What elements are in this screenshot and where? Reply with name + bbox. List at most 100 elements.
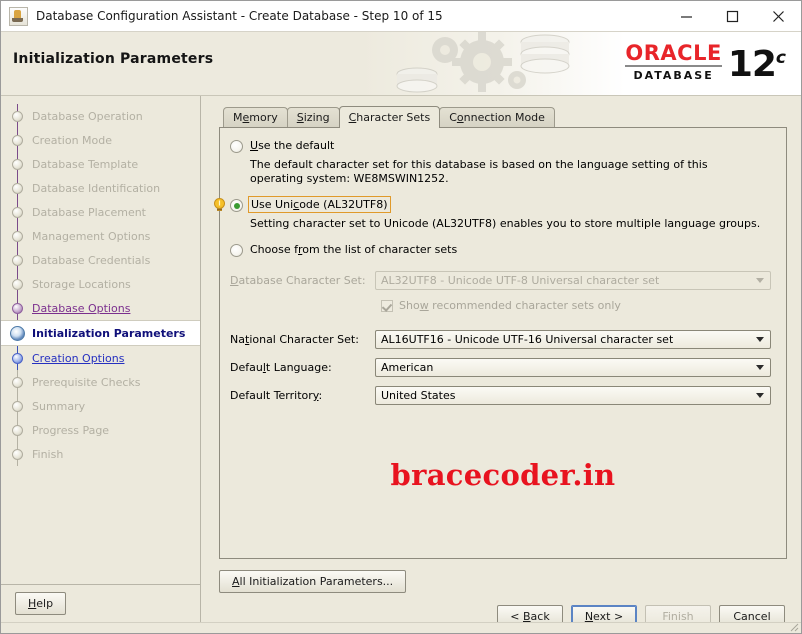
character-set-form: Database Character Set: AL32UTF8 - Unico…: [230, 271, 774, 405]
chevron-down-icon: [756, 278, 764, 283]
step-label: Finish: [32, 447, 64, 461]
tab-memory[interactable]: Memory: [223, 107, 288, 127]
sidebar-step-database-options[interactable]: Database Options: [1, 296, 200, 320]
close-icon[interactable]: [755, 2, 801, 31]
tab-strip: Memory Sizing Character Sets Connection …: [219, 106, 787, 128]
value-default-language: American: [381, 361, 434, 374]
resize-grip-icon[interactable]: [787, 620, 799, 632]
radio-use-unicode[interactable]: [230, 199, 243, 212]
row-default-territory: Default Territory: United States: [230, 386, 774, 405]
oracle-brand-text: ORACLE: [625, 41, 722, 65]
status-bar: [1, 622, 801, 633]
tab-connection-mode[interactable]: Connection Mode: [439, 107, 555, 127]
sidebar-step-database-placement: Database Placement: [1, 200, 200, 224]
sidebar-step-management-options: Management Options: [1, 224, 200, 248]
window-title: Database Configuration Assistant - Creat…: [36, 9, 443, 23]
step-node-icon: [12, 448, 23, 460]
step-label: Summary: [32, 399, 86, 413]
version-suffix: c: [775, 48, 786, 68]
step-label: Database Options: [32, 301, 131, 315]
row-national-character-set: National Character Set: AL16UTF16 - Unic…: [230, 330, 774, 349]
sidebar-step-database-template: Database Template: [1, 152, 200, 176]
help-button[interactable]: Help: [15, 592, 67, 615]
version-number: 12: [727, 44, 777, 85]
step-label: Database Placement: [32, 205, 146, 219]
page-banner: Initialization Parameters ORACLE DATABAS…: [1, 32, 801, 96]
step-label: Database Operation: [32, 109, 143, 123]
sidebar-footer: Help: [1, 584, 200, 622]
label-national-character-set: National Character Set:: [230, 333, 359, 346]
step-label: Storage Locations: [32, 277, 131, 291]
sidebar-step-creation-mode: Creation Mode: [1, 128, 200, 152]
step-label: Prerequisite Checks: [32, 375, 141, 389]
step-node-icon: [12, 400, 23, 412]
step-label: Database Identification: [32, 181, 161, 195]
oracle-logo: ORACLE DATABASE 12c: [625, 40, 786, 85]
row-show-recommended: Show recommended character sets only: [381, 299, 774, 312]
oracle-database-text: DATABASE: [633, 69, 714, 82]
radio-label-use-unicode: Use Unicode (AL32UTF8): [248, 196, 391, 213]
step-label: Initialization Parameters: [32, 326, 186, 340]
dbca-window: Database Configuration Assistant - Creat…: [0, 0, 802, 634]
step-label: Creation Options: [32, 351, 125, 365]
sidebar-step-creation-options[interactable]: Creation Options: [1, 346, 200, 370]
maximize-icon[interactable]: [709, 2, 755, 31]
sidebar-step-database-credentials: Database Credentials: [1, 248, 200, 272]
chevron-down-icon: [756, 365, 764, 370]
label-default-territory: Default Territory:: [230, 389, 323, 402]
step-node-icon: [12, 206, 23, 218]
select-default-territory[interactable]: United States: [375, 386, 771, 405]
step-node-icon: [12, 158, 23, 170]
value-national-character-set: AL16UTF16 - Unicode UTF-16 Universal cha…: [381, 333, 674, 346]
tab-character-sets[interactable]: Character Sets: [338, 106, 441, 128]
sidebar-step-summary: Summary: [1, 394, 200, 418]
all-initialization-parameters-button[interactable]: All Initialization Parameters...: [219, 570, 407, 593]
title-bar: Database Configuration Assistant - Creat…: [1, 1, 801, 32]
radio-row-choose-from-list[interactable]: Choose from the list of character sets: [230, 243, 774, 257]
value-database-character-set: AL32UTF8 - Unicode UTF-8 Universal chara…: [381, 274, 660, 287]
checkbox-show-recommended: [381, 299, 393, 312]
step-node-icon: [12, 254, 23, 266]
sidebar-step-storage-locations: Storage Locations: [1, 272, 200, 296]
step-label: Database Template: [32, 157, 139, 171]
all-init-params-row: All Initialization Parameters...: [219, 559, 787, 593]
sidebar-step-prerequisite-checks: Prerequisite Checks: [1, 370, 200, 394]
step-node-current-icon: [10, 325, 25, 341]
radio-label-use-default: Use the default: [250, 139, 335, 152]
value-default-territory: United States: [381, 389, 456, 402]
select-national-character-set[interactable]: AL16UTF16 - Unicode UTF-16 Universal cha…: [375, 330, 771, 349]
step-node-icon: [12, 110, 23, 122]
chevron-down-icon: [756, 337, 764, 342]
lightbulb-icon: [214, 198, 225, 211]
character-sets-panel: Use the default The default character se…: [214, 127, 787, 559]
step-node-icon: [12, 424, 23, 436]
sidebar-step-progress-page: Progress Page: [1, 418, 200, 442]
label-default-language: Default Language:: [230, 361, 332, 374]
step-label: Creation Mode: [32, 133, 113, 147]
sidebar-step-database-identification: Database Identification: [1, 176, 200, 200]
radio-choose-from-list[interactable]: [230, 244, 243, 257]
step-node-icon: [12, 134, 23, 146]
java-coffee-cup-icon: [9, 6, 28, 26]
sidebar-step-database-operation: Database Operation: [1, 104, 200, 128]
radio-use-default[interactable]: [230, 140, 243, 153]
step-label: Progress Page: [32, 423, 110, 437]
sidebar-step-finish: Finish: [1, 442, 200, 466]
row-default-language: Default Language: American: [230, 358, 774, 377]
step-node-icon: [12, 352, 23, 364]
radio-row-use-default[interactable]: Use the default: [230, 139, 774, 153]
oracle-version: 12c: [727, 40, 786, 85]
step-node-icon: [12, 182, 23, 194]
main-content: Memory Sizing Character Sets Connection …: [201, 96, 801, 628]
sidebar-step-initialization-parameters[interactable]: Initialization Parameters: [1, 320, 200, 346]
tab-sizing[interactable]: Sizing: [286, 107, 340, 127]
select-default-language[interactable]: American: [375, 358, 771, 377]
label-show-recommended: Show recommended character sets only: [399, 299, 621, 312]
radio-row-use-unicode[interactable]: Use Unicode (AL32UTF8): [214, 196, 774, 213]
chevron-down-icon: [756, 393, 764, 398]
step-node-icon: [12, 278, 23, 290]
minimize-icon[interactable]: [663, 2, 709, 31]
step-node-icon: [12, 302, 23, 314]
steps-sidebar: Database Operation Creation Mode Databas…: [1, 96, 201, 622]
description-use-unicode: Setting character set to Unicode (AL32UT…: [250, 217, 761, 230]
